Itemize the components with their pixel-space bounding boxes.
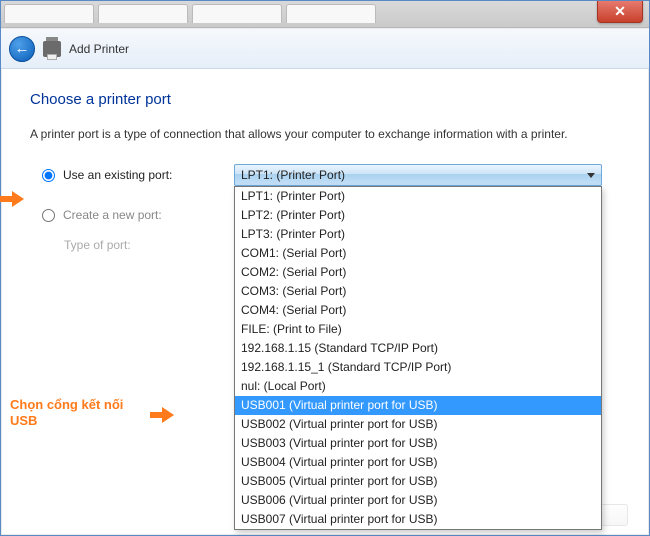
close-icon: ✕ — [614, 3, 626, 20]
wizard-body: Choose a printer port A printer port is … — [2, 69, 648, 534]
port-list-item[interactable]: LPT1: (Printer Port) — [235, 187, 601, 206]
chevron-down-icon — [587, 173, 595, 178]
port-list-item[interactable]: COM3: (Serial Port) — [235, 282, 601, 301]
port-list-item[interactable]: 192.168.1.15_1 (Standard TCP/IP Port) — [235, 358, 601, 377]
port-list-item[interactable]: 192.168.1.15 (Standard TCP/IP Port) — [235, 339, 601, 358]
port-list-item[interactable]: COM1: (Serial Port) — [235, 244, 601, 263]
port-list-item[interactable]: USB007 (Virtual printer port for USB) — [235, 510, 601, 529]
port-dropdown[interactable]: LPT1: (Printer Port) LPT1: (Printer Port… — [234, 164, 602, 186]
radio-label: Use an existing port: — [63, 168, 172, 182]
radio-use-existing-port[interactable] — [42, 169, 55, 182]
radio-label: Create a new port: — [63, 208, 162, 222]
wizard-title: Add Printer — [69, 42, 129, 56]
titlebar: ✕ — [597, 1, 649, 23]
arrow-left-icon: ← — [15, 40, 30, 57]
port-list-item[interactable]: COM4: (Serial Port) — [235, 301, 601, 320]
port-list-item[interactable]: USB005 (Virtual printer port for USB) — [235, 472, 601, 491]
annotation-arrow-icon — [0, 191, 24, 207]
port-dropdown-value: LPT1: (Printer Port) — [241, 168, 345, 182]
port-list-item[interactable]: USB003 (Virtual printer port for USB) — [235, 434, 601, 453]
port-list-item[interactable]: LPT3: (Printer Port) — [235, 225, 601, 244]
annotation-text: Chọn cổng kết nối USB — [10, 397, 150, 430]
port-list-item[interactable]: USB002 (Virtual printer port for USB) — [235, 415, 601, 434]
back-button[interactable]: ← — [9, 36, 35, 62]
port-list-item[interactable]: nul: (Local Port) — [235, 377, 601, 396]
port-list-item[interactable]: FILE: (Print to File) — [235, 320, 601, 339]
port-list-item[interactable]: LPT2: (Printer Port) — [235, 206, 601, 225]
port-list-item[interactable]: USB004 (Virtual printer port for USB) — [235, 453, 601, 472]
page-description: A printer port is a type of connection t… — [30, 126, 620, 142]
close-button[interactable]: ✕ — [597, 1, 643, 23]
page-heading: Choose a printer port — [30, 91, 620, 108]
radio-create-new-port[interactable] — [42, 209, 55, 222]
option-use-existing-port: Use an existing port: LPT1: (Printer Por… — [42, 164, 620, 186]
port-list-item[interactable]: USB006 (Virtual printer port for USB) — [235, 491, 601, 510]
port-list-item[interactable]: USB001 (Virtual printer port for USB) — [235, 396, 601, 415]
annotation-arrow-icon — [150, 407, 174, 423]
type-of-port-label: Type of port: — [42, 238, 234, 252]
printer-icon — [43, 41, 61, 57]
wizard-header: ← Add Printer — [1, 29, 649, 69]
wizard-window: ✕ ← Add Printer Choose a printer port A … — [0, 0, 650, 536]
port-listbox[interactable]: LPT1: (Printer Port)LPT2: (Printer Port)… — [234, 186, 602, 530]
port-list-item[interactable]: COM2: (Serial Port) — [235, 263, 601, 282]
